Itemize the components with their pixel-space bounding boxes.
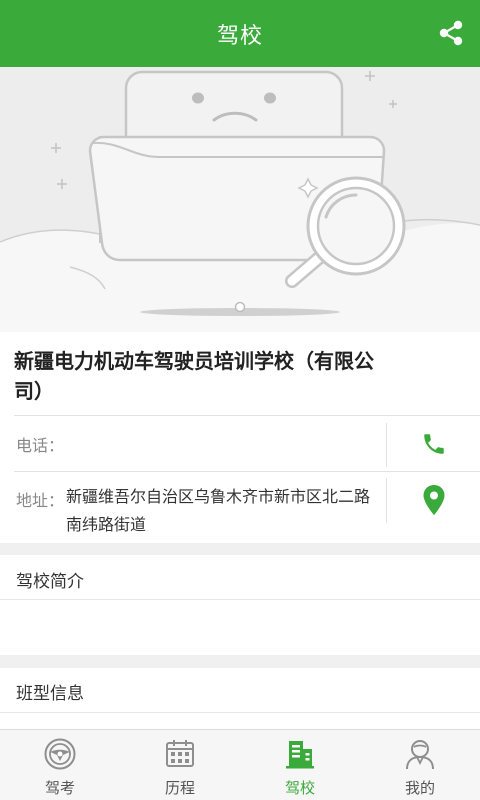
calendar-icon	[166, 740, 194, 767]
bottom-tab-bar: 驾考 历程 驾校 我的	[0, 729, 480, 800]
school-image-banner[interactable]	[0, 67, 480, 332]
top-bar: 驾校	[0, 0, 480, 67]
empty-folder-illustration	[0, 70, 480, 332]
school-building-icon	[286, 741, 314, 769]
school-intro-section: 驾校简介	[0, 555, 480, 655]
tab-label: 历程	[164, 779, 195, 797]
phone-label: 电话：	[16, 436, 65, 455]
share-icon[interactable]	[436, 18, 466, 48]
call-button[interactable]	[387, 416, 480, 471]
class-type-title: 班型信息	[16, 684, 84, 704]
divider	[0, 599, 480, 600]
steering-wheel-icon	[44, 738, 76, 770]
school-name: 新疆电力机动车驾驶员培训学校（有限公司）	[14, 349, 374, 403]
driving-school-screen: 驾校 新疆电力机动车驾驶员培训学校（有限公司） 电话： 地址： 新疆维吾尔自治区…	[0, 0, 480, 800]
tab-label: 驾考	[44, 779, 75, 797]
user-profile-icon	[406, 740, 434, 770]
tab-history[interactable]: 历程	[120, 730, 240, 800]
tab-label: 驾校	[284, 779, 315, 797]
phone-icon	[423, 433, 444, 454]
intro-title: 驾校简介	[16, 572, 84, 592]
address-label: 地址：	[16, 491, 65, 510]
page-title: 驾校	[216, 23, 263, 49]
map-location-button[interactable]	[387, 472, 480, 528]
tab-label: 我的	[404, 779, 435, 797]
divider	[0, 712, 480, 713]
address-value: 新疆维吾尔自治区乌鲁木齐市新市区北二路南纬路街道	[66, 487, 371, 534]
tab-my-profile[interactable]: 我的	[360, 730, 480, 800]
class-type-section[interactable]: 班型信息	[0, 668, 480, 729]
tab-driving-school[interactable]: 驾校	[240, 730, 360, 800]
tab-driving-test[interactable]: 驾考	[0, 730, 120, 800]
location-pin-icon	[423, 485, 444, 515]
